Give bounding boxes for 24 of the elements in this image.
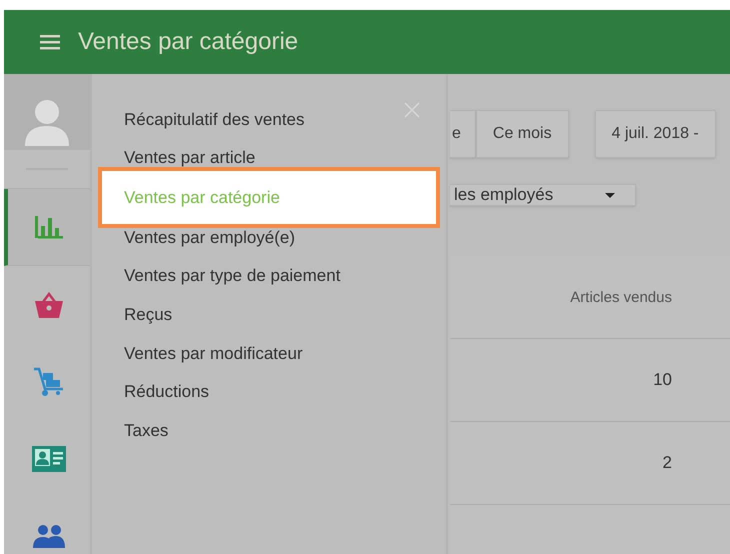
- menu-item[interactable]: Ventes par employé(e): [124, 228, 296, 247]
- table-cell: 2: [662, 453, 672, 473]
- menu-item[interactable]: Récapitulatif des ventes: [124, 110, 304, 128]
- sidebar-item[interactable]: [4, 189, 90, 266]
- bar-chart-icon: [34, 214, 64, 240]
- people-icon: [33, 524, 65, 548]
- menu-item[interactable]: Ventes par modificateur: [124, 344, 303, 363]
- contact-card-icon: [32, 446, 66, 472]
- page-title: Ventes par catégorie: [78, 28, 298, 56]
- menu-icon[interactable]: [40, 34, 60, 50]
- menu-item[interactable]: Ventes par type de paiement: [124, 266, 340, 286]
- menu-item[interactable]: Réductions: [124, 382, 210, 402]
- table-cell: 10: [653, 370, 672, 390]
- menu-item[interactable]: Taxes: [124, 421, 168, 440]
- menu-item[interactable]: Reçus: [124, 305, 172, 324]
- menu-item[interactable]: Ventes par article: [124, 148, 256, 168]
- basket-icon: [34, 290, 64, 318]
- column-header: Articles vendus: [570, 288, 672, 306]
- caret-icon: [605, 192, 615, 198]
- period-button[interactable]: Ce mois: [476, 110, 569, 158]
- period-button[interactable]: e: [450, 110, 476, 158]
- date-range-button[interactable]: 4 juil. 2018 -: [594, 110, 716, 158]
- hand-truck-icon: [33, 366, 65, 396]
- employee-dropdown[interactable]: les employés: [450, 184, 636, 206]
